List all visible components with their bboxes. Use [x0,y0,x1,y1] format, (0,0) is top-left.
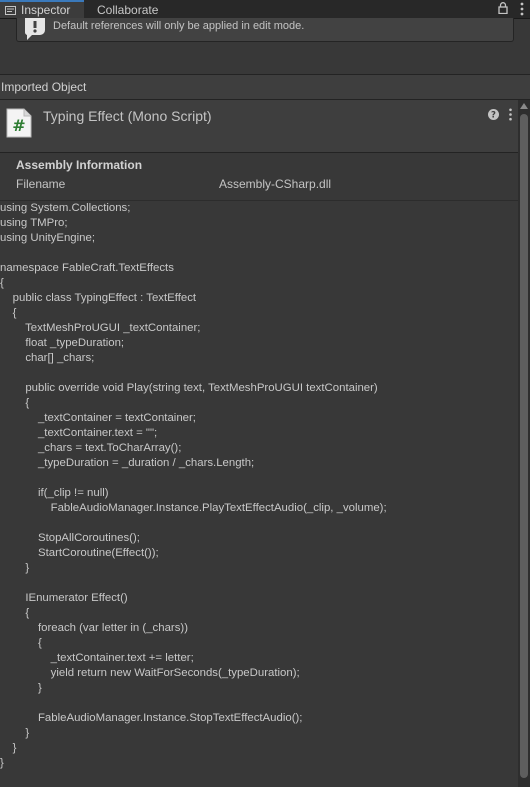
inspector-icon [5,6,16,15]
scrollbar[interactable] [518,100,530,787]
imported-object-label: Imported Object [1,80,87,94]
code-line: _textContainer.text += letter; [0,652,194,664]
code-line: StopAllCoroutines(); [0,532,140,544]
code-line: { [0,307,17,319]
code-line: StartCoroutine(Effect()); [0,547,159,559]
code-line: namespace FableCraft.TextEffects [0,262,174,274]
code-line: _textContainer = textContainer; [0,412,196,424]
code-line: public class TypingEffect : TextEffect [0,292,197,304]
code-line: FableAudioManager.Instance.StopTextEffec… [0,712,303,724]
filename-value: Assembly-CSharp.dll [219,177,332,191]
help-box-text: Default references will only be applied … [53,20,305,32]
code-line: } [0,682,42,694]
code-line: using TMPro; [0,217,68,229]
object-menu-icon[interactable] [508,108,513,121]
code-line: if(_clip != null) [0,487,109,499]
filename-label: Filename [16,177,66,191]
code-line: foreach (var letter in (_chars)) [0,622,189,634]
code-line: _typeDuration = _duration / _chars.Lengt… [0,457,255,469]
object-header: # Typing Effect (Mono Script) ? [0,100,518,153]
code-line: IEnumerator Effect() [0,592,128,604]
code-line: } [0,742,17,754]
code-line: public override void Play(string text, T… [0,382,378,394]
object-title: Typing Effect (Mono Script) [43,108,212,124]
code-line: char[] _chars; [0,352,95,364]
code-line: yield return new WaitForSeconds(_typeDur… [0,667,300,679]
scrollbar-thumb[interactable] [520,114,528,778]
tab-bar: Inspector Collaborate [0,0,530,19]
inspector-window: Inspector Collaborate Default references… [0,0,530,787]
svg-text:?: ? [491,111,496,120]
code-line: using System.Collections; [0,202,131,214]
scroll-up-arrow-icon[interactable] [520,103,528,109]
info-bubble-icon [24,18,45,40]
csharp-script-icon: # [6,108,32,138]
assembly-information: Assembly Information Filename Assembly-C… [0,153,518,200]
code-line: TextMeshProUGUI _textContainer; [0,322,201,334]
code-line: } [0,727,30,739]
code-line: using UnityEngine; [0,232,95,244]
code-line: _chars = text.ToCharArray(); [0,442,182,454]
code-line: } [0,757,4,769]
help-icon[interactable]: ? [488,109,499,120]
script-icon-glyph: # [12,116,25,135]
tab-menu-icon[interactable] [519,2,525,16]
script-code-view[interactable]: using System.Collections; using TMPro; usi… [0,200,518,787]
lock-icon[interactable] [498,2,508,14]
tab-inspector-label: Inspector [21,3,71,17]
tab-inspector[interactable]: Inspector [0,0,84,18]
assembly-title: Assembly Information [16,158,143,172]
code-line: { [0,637,42,649]
code-line: float _typeDuration; [0,337,125,349]
imported-object-header: Imported Object [0,74,530,100]
code-line: } [0,562,30,574]
code-line: { [0,277,4,289]
code-line: _textContainer.text = ""; [0,427,158,439]
tab-collaborate[interactable]: Collaborate [97,0,158,18]
tab-collaborate-label: Collaborate [97,3,159,17]
code-line: { [0,607,30,619]
help-box: Default references will only be applied … [16,18,514,42]
code-line: FableAudioManager.Instance.PlayTextEffec… [0,502,387,514]
code-line: { [0,397,30,409]
